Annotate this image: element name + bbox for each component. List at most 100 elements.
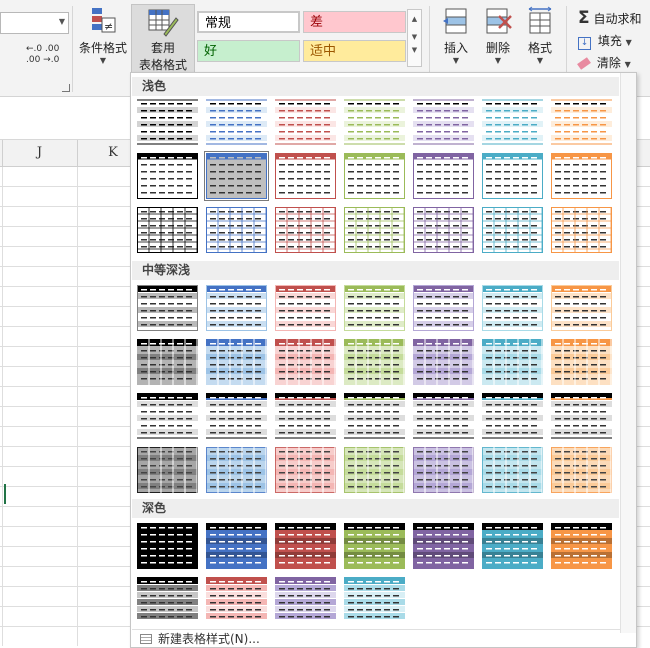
chevron-down-icon: ▼ — [624, 60, 631, 69]
new-table-style-item[interactable]: 新建表格样式(N)... — [132, 629, 620, 647]
format-as-table-icon — [148, 9, 179, 37]
decrease-decimal-button[interactable]: .00 →.0 — [26, 56, 59, 65]
table-style-light-row2-col3[interactable] — [275, 153, 336, 199]
table-style-medium-row1-col7[interactable] — [551, 285, 612, 331]
table-style-dark-row2-col2[interactable] — [206, 577, 267, 623]
eraser-icon — [577, 57, 591, 70]
table-style-light-row2-col7[interactable] — [551, 153, 612, 199]
table-style-medium-row4-col3[interactable] — [275, 447, 336, 493]
scroll-down-icon[interactable]: ▼ — [408, 28, 421, 46]
table-style-dark-row1-col5[interactable] — [413, 523, 474, 569]
table-style-medium-row2-col7[interactable] — [551, 339, 612, 385]
table-style-medium-row1-col3[interactable] — [275, 285, 336, 331]
section-dark: 深色 — [132, 499, 619, 518]
table-style-medium-row2-col4[interactable] — [344, 339, 405, 385]
table-style-dark-row1-col4[interactable] — [344, 523, 405, 569]
table-style-light-row3-col7[interactable] — [551, 207, 612, 253]
svg-text:≠: ≠ — [104, 20, 113, 33]
table-style-medium-row3-col2[interactable] — [206, 393, 267, 439]
table-style-dark-row1-col6[interactable] — [482, 523, 543, 569]
table-style-light-row2-col5[interactable] — [413, 153, 474, 199]
table-style-dark-row1-col2[interactable] — [206, 523, 267, 569]
expand-more-icon[interactable]: ▼ — [408, 46, 421, 54]
table-style-light-row3-col6[interactable] — [482, 207, 543, 253]
table-style-light-row3-col1[interactable] — [137, 207, 198, 253]
fill-down-icon: ↓ — [578, 37, 591, 50]
column-header-j[interactable]: J — [2, 140, 77, 166]
sigma-icon: Σ — [578, 8, 590, 28]
table-style-medium-row3-col7[interactable] — [551, 393, 612, 439]
chevron-down-icon: ▼ — [99, 56, 107, 65]
table-style-light-row3-col2[interactable] — [206, 207, 267, 253]
clear-button[interactable]: 清除 ▼ — [577, 54, 631, 71]
table-style-medium-row3-col6[interactable] — [482, 393, 543, 439]
autosum-button[interactable]: Σ 自动求和 — [578, 8, 641, 28]
table-style-light-row1-col6[interactable] — [482, 99, 543, 145]
cell-style-3[interactable]: 适中 — [303, 40, 406, 62]
table-style-light-row2-col2[interactable] — [204, 151, 269, 201]
gallery-scrollbar[interactable] — [620, 73, 636, 633]
chevron-down-icon: ▼ — [536, 56, 544, 65]
table-style-medium-row1-col2[interactable] — [206, 285, 267, 331]
table-style-medium-row2-col1[interactable] — [137, 339, 198, 385]
insert-cells-icon — [443, 8, 467, 34]
table-style-light-row2-col4[interactable] — [344, 153, 405, 199]
conditional-format-button[interactable]: ≠ 条件格式 ▼ — [77, 6, 129, 65]
cell-style-2[interactable]: 好 — [197, 40, 300, 62]
table-style-light-row1-col5[interactable] — [413, 99, 474, 145]
table-style-dark-row2-col4[interactable] — [344, 577, 405, 623]
delete-button[interactable]: 删除 ▼ — [478, 6, 518, 65]
table-style-medium-row2-col6[interactable] — [482, 339, 543, 385]
table-style-medium-row4-col1[interactable] — [137, 447, 198, 493]
table-style-medium-row1-col4[interactable] — [344, 285, 405, 331]
table-style-dark-row1-col3[interactable] — [275, 523, 336, 569]
chevron-down-icon: ▼ — [625, 38, 632, 47]
table-style-light-row2-col6[interactable] — [482, 153, 543, 199]
cell-style-0[interactable]: 常规 — [197, 11, 300, 33]
cell-style-1[interactable]: 差 — [303, 11, 406, 33]
active-cell-marker — [4, 484, 6, 504]
format-button[interactable]: 格式 ▼ — [520, 6, 560, 65]
cell-styles-scroll[interactable]: ▲ ▼ ▼ — [407, 9, 422, 67]
table-style-dark-row2-col3[interactable] — [275, 577, 336, 623]
table-style-medium-row3-col1[interactable] — [137, 393, 198, 439]
chevron-down-icon: ▼ — [494, 56, 502, 65]
fill-button[interactable]: ↓ 填充 ▼ — [578, 32, 632, 50]
table-style-medium-row4-col2[interactable] — [206, 447, 267, 493]
table-style-dark-row2-col1[interactable] — [137, 577, 198, 623]
new-table-style-icon — [140, 634, 152, 644]
table-style-light-row2-col1[interactable] — [137, 153, 198, 199]
table-style-light-row1-col1[interactable] — [137, 99, 198, 145]
insert-button[interactable]: 插入 ▼ — [436, 6, 476, 65]
number-group-launcher-icon[interactable] — [62, 84, 70, 92]
table-style-dark-row1-col1[interactable] — [137, 523, 198, 569]
table-style-light-row1-col7[interactable] — [551, 99, 612, 145]
table-style-light-row3-col5[interactable] — [413, 207, 474, 253]
scroll-up-icon[interactable]: ▲ — [408, 10, 421, 28]
table-style-gallery: 浅色 中等深浅 深色 新建表格样式(N)... — [130, 72, 637, 648]
table-style-medium-row3-col3[interactable] — [275, 393, 336, 439]
ribbon-divider — [72, 6, 73, 92]
table-style-medium-row1-col1[interactable] — [137, 285, 198, 331]
table-style-medium-row3-col4[interactable] — [344, 393, 405, 439]
table-style-light-row3-col3[interactable] — [275, 207, 336, 253]
section-medium: 中等深浅 — [132, 261, 619, 280]
table-style-medium-row4-col6[interactable] — [482, 447, 543, 493]
table-style-medium-row3-col5[interactable] — [413, 393, 474, 439]
increase-decimal-button[interactable]: ←.0 .00 — [26, 45, 59, 54]
table-style-light-row1-col4[interactable] — [344, 99, 405, 145]
table-style-light-row1-col3[interactable] — [275, 99, 336, 145]
table-style-medium-row4-col7[interactable] — [551, 447, 612, 493]
table-style-medium-row1-col6[interactable] — [482, 285, 543, 331]
format-as-table-button[interactable]: 套用 表格格式 — [131, 4, 195, 74]
table-style-medium-row4-col4[interactable] — [344, 447, 405, 493]
table-style-medium-row1-col5[interactable] — [413, 285, 474, 331]
table-style-light-row3-col4[interactable] — [344, 207, 405, 253]
number-format-combo[interactable]: ▼ — [0, 12, 69, 34]
table-style-medium-row2-col5[interactable] — [413, 339, 474, 385]
table-style-dark-row1-col7[interactable] — [551, 523, 612, 569]
table-style-light-row1-col2[interactable] — [206, 99, 267, 145]
table-style-medium-row4-col5[interactable] — [413, 447, 474, 493]
table-style-medium-row2-col3[interactable] — [275, 339, 336, 385]
table-style-medium-row2-col2[interactable] — [206, 339, 267, 385]
